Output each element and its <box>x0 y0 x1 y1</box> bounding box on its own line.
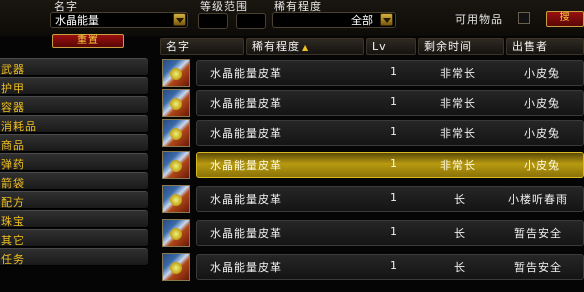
column-header-level[interactable]: Lv <box>366 38 416 55</box>
item-time-left: 长 <box>454 227 466 240</box>
reset-button[interactable]: 重置 <box>52 34 124 48</box>
item-seller: 小皮兔 <box>524 159 560 172</box>
max-level-input[interactable] <box>236 13 266 29</box>
item-time-left: 非常长 <box>440 127 476 140</box>
table-row[interactable]: 水晶能量皮革 1 非常长 小皮兔 <box>160 150 584 180</box>
name-search-input[interactable]: 水晶能量 <box>50 12 188 28</box>
item-name: 水晶能量皮革 <box>210 261 282 274</box>
item-seller: 小皮兔 <box>524 127 560 140</box>
item-level: 1 <box>390 65 398 78</box>
item-seller: 小皮兔 <box>524 67 560 80</box>
leather-item-icon[interactable] <box>162 253 190 281</box>
category-item[interactable]: 任务 <box>0 248 148 266</box>
column-header-rarity[interactable]: 稀有程度 ▲ <box>246 38 364 55</box>
table-row[interactable]: 水晶能量皮革 1 非常长 小皮兔 <box>160 58 584 88</box>
table-row[interactable]: 水晶能量皮革 1 非常长 小皮兔 <box>160 118 584 148</box>
leather-item-icon[interactable] <box>162 185 190 213</box>
category-item[interactable]: 消耗品 <box>0 115 148 133</box>
item-name: 水晶能量皮革 <box>210 193 282 206</box>
item-name: 水晶能量皮革 <box>210 159 282 172</box>
usable-items-checkbox[interactable] <box>518 12 530 24</box>
item-name: 水晶能量皮革 <box>210 227 282 240</box>
level-range-label: 等级范围 <box>200 0 248 13</box>
rarity-dropdown[interactable]: 全部 <box>272 12 396 28</box>
item-level: 1 <box>390 125 398 138</box>
item-time-left: 非常长 <box>440 67 476 80</box>
item-seller: 暂告安全 <box>514 261 562 274</box>
item-name: 水晶能量皮革 <box>210 97 282 110</box>
item-level: 1 <box>390 191 398 204</box>
item-level: 1 <box>390 157 398 170</box>
table-row[interactable]: 水晶能量皮革 1 长 暂告安全 <box>160 218 584 248</box>
category-item[interactable]: 珠宝 <box>0 210 148 228</box>
name-dropdown-icon[interactable] <box>173 13 186 26</box>
category-item[interactable]: 护甲 <box>0 77 148 95</box>
column-header-name[interactable]: 名字 <box>160 38 244 55</box>
category-list: 武器 护甲 容器 消耗品 商品 弹药 箭袋 配方 珠宝 其它 任务 <box>0 56 150 292</box>
column-header-time-left[interactable]: 剩余时间 <box>418 38 504 55</box>
item-level: 1 <box>390 95 398 108</box>
category-item[interactable]: 配方 <box>0 191 148 209</box>
item-name: 水晶能量皮革 <box>210 127 282 140</box>
leather-item-icon[interactable] <box>162 59 190 87</box>
item-time-left: 长 <box>454 261 466 274</box>
min-level-input[interactable] <box>198 13 228 29</box>
search-button[interactable]: 搜 <box>546 11 584 27</box>
item-name: 水晶能量皮革 <box>210 67 282 80</box>
category-item[interactable]: 商品 <box>0 134 148 152</box>
column-header-seller[interactable]: 出售者 <box>506 38 584 55</box>
item-time-left: 非常长 <box>440 97 476 110</box>
item-seller: 小皮兔 <box>524 97 560 110</box>
sort-arrow-icon: ▲ <box>302 43 310 52</box>
item-level: 1 <box>390 259 398 272</box>
leather-item-icon[interactable] <box>162 119 190 147</box>
item-time-left: 非常长 <box>440 159 476 172</box>
category-item[interactable]: 其它 <box>0 229 148 247</box>
table-row[interactable]: 水晶能量皮革 1 长 暂告安全 <box>160 252 584 282</box>
category-item[interactable]: 武器 <box>0 58 148 76</box>
item-seller: 小楼听春雨 <box>508 193 568 206</box>
usable-items-label: 可用物品 <box>455 13 503 26</box>
item-time-left: 长 <box>454 193 466 206</box>
category-item[interactable]: 箭袋 <box>0 172 148 190</box>
category-item[interactable]: 弹药 <box>0 153 148 171</box>
filter-bar: 名字 水晶能量 等级范围 稀有程度 全部 可用物品 搜 重置 <box>0 0 584 48</box>
table-row[interactable]: 水晶能量皮革 1 长 小楼听春雨 <box>160 184 584 214</box>
leather-item-icon[interactable] <box>162 89 190 117</box>
leather-item-icon[interactable] <box>162 151 190 179</box>
category-item[interactable]: 容器 <box>0 96 148 114</box>
rarity-dropdown-icon[interactable] <box>380 13 393 26</box>
table-row[interactable]: 水晶能量皮革 1 非常长 小皮兔 <box>160 88 584 118</box>
item-level: 1 <box>390 225 398 238</box>
leather-item-icon[interactable] <box>162 219 190 247</box>
item-seller: 暂告安全 <box>514 227 562 240</box>
